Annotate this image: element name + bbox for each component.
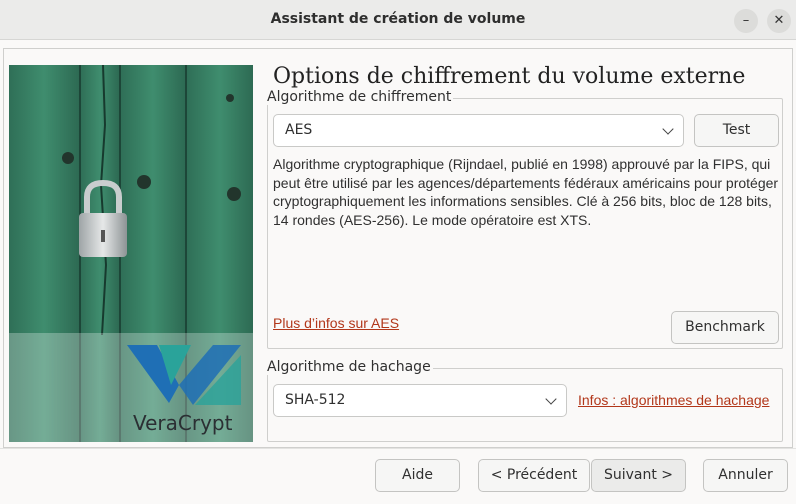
door-padlock-illustration: [9, 65, 253, 442]
help-button[interactable]: Aide: [375, 459, 460, 492]
benchmark-button[interactable]: Benchmark: [671, 311, 779, 344]
encryption-algorithm-dropdown[interactable]: AES: [273, 114, 684, 147]
cancel-button[interactable]: Annuler: [703, 459, 788, 492]
veracrypt-logo-text: VeraCrypt: [133, 411, 233, 435]
chevron-down-icon: [662, 123, 674, 135]
chevron-down-icon: [545, 393, 557, 405]
test-button[interactable]: Test: [694, 114, 779, 147]
hash-algorithms-info-link[interactable]: Infos : algorithmes de hachage: [578, 392, 769, 408]
page-title: Options de chiffrement du volume externe: [273, 64, 746, 89]
hash-group-label: Algorithme de hachage: [265, 359, 433, 375]
encryption-group-label: Algorithme de chiffrement: [265, 89, 454, 105]
hash-algorithm-value: SHA-512: [285, 392, 346, 408]
previous-button[interactable]: < Précédent: [478, 459, 590, 492]
more-info-aes-link[interactable]: Plus d’infos sur AES: [273, 315, 399, 331]
encryption-algorithm-value: AES: [285, 122, 313, 138]
algorithm-description: Algorithme cryptographique (Rijndael, pu…: [273, 156, 779, 228]
hash-algorithm-dropdown[interactable]: SHA-512: [273, 384, 567, 417]
close-button[interactable]: ✕: [767, 9, 791, 33]
footer-separator: [0, 448, 796, 449]
wizard-side-image: VeraCrypt: [9, 65, 253, 442]
window-title: Assistant de création de volume: [270, 11, 526, 27]
next-button[interactable]: Suivant >: [591, 459, 686, 492]
title-bar: Assistant de création de volume – ✕: [0, 0, 796, 40]
minimize-button[interactable]: –: [734, 9, 758, 33]
